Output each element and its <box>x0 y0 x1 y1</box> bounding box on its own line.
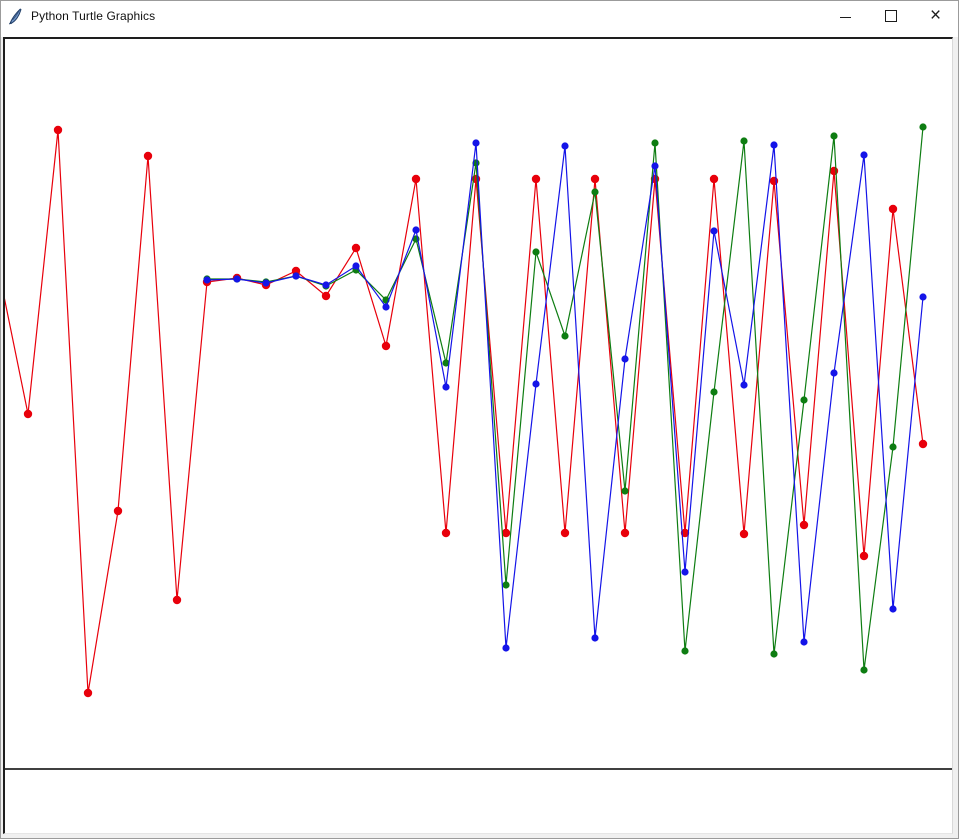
green-series-marker <box>710 388 717 395</box>
blue-series-marker <box>740 381 747 388</box>
window-titlebar: Python Turtle Graphics × <box>1 1 958 37</box>
green-series-marker <box>561 332 568 339</box>
blue-series-marker <box>322 281 329 288</box>
minimize-button[interactable] <box>823 1 868 31</box>
red-series-marker <box>84 689 92 697</box>
blue-series-marker <box>591 634 598 641</box>
green-series-marker <box>860 666 867 673</box>
red-series-marker <box>262 281 270 289</box>
blue-series-marker <box>710 227 717 234</box>
green-series-marker <box>800 396 807 403</box>
red-series-marker <box>472 175 480 183</box>
red-series-marker <box>322 292 330 300</box>
green-series-marker <box>651 139 658 146</box>
red-series-marker <box>442 529 450 537</box>
blue-series-marker <box>203 276 210 283</box>
red-series-marker <box>173 596 181 604</box>
blue-series-marker <box>412 226 419 233</box>
green-series-marker <box>292 272 299 279</box>
green-series-marker <box>382 296 389 303</box>
green-series-marker <box>681 647 688 654</box>
red-series-marker <box>710 175 718 183</box>
red-series-marker <box>800 521 808 529</box>
green-series-marker <box>532 248 539 255</box>
red-series-marker <box>382 342 390 350</box>
blue-series-marker <box>621 355 628 362</box>
blue-series-marker <box>352 262 359 269</box>
blue-series-marker <box>919 293 926 300</box>
red-series-marker <box>352 244 360 252</box>
red-series-marker <box>651 175 659 183</box>
blue-series-marker <box>889 605 896 612</box>
green-series-marker <box>502 581 509 588</box>
red-series-marker <box>919 440 927 448</box>
green-series-marker <box>472 159 479 166</box>
blue-series-marker <box>442 383 449 390</box>
app-window: Python Turtle Graphics × <box>0 0 959 839</box>
green-series-marker <box>919 123 926 130</box>
blue-series-marker <box>561 142 568 149</box>
close-icon: × <box>930 6 941 25</box>
red-series-marker <box>860 552 868 560</box>
green-series-marker <box>591 188 598 195</box>
red-series-marker <box>621 529 629 537</box>
green-series-marker <box>889 443 896 450</box>
blue-series-marker <box>502 644 509 651</box>
green-series-marker <box>740 137 747 144</box>
maximize-icon <box>885 10 897 22</box>
green-series-marker <box>442 359 449 366</box>
green-series-marker <box>203 275 210 282</box>
red-series-marker <box>740 530 748 538</box>
blue-series-marker <box>472 139 479 146</box>
close-button[interactable]: × <box>913 1 958 31</box>
green-series-marker <box>322 282 329 289</box>
blue-series-marker <box>830 369 837 376</box>
red-series-marker <box>561 529 569 537</box>
red-series-marker <box>233 274 241 282</box>
blue-series-marker <box>292 272 299 279</box>
green-series-marker <box>233 275 240 282</box>
green-series-marker <box>352 266 359 273</box>
python-feather-icon-svg <box>8 8 24 25</box>
blue-series-marker <box>800 638 807 645</box>
red-series-marker <box>24 410 32 418</box>
red-series-marker <box>502 529 510 537</box>
window-title: Python Turtle Graphics <box>31 9 155 23</box>
green-series-marker <box>262 278 269 285</box>
titlebar-row: Python Turtle Graphics × <box>1 1 958 31</box>
blue-series-marker <box>262 279 269 286</box>
red-series-marker <box>54 126 62 134</box>
green-series-marker <box>412 235 419 242</box>
red-series-marker <box>681 529 689 537</box>
turtle-canvas <box>3 37 953 834</box>
blue-series-marker <box>681 568 688 575</box>
minimize-icon <box>840 17 851 18</box>
green-series-line <box>207 127 923 670</box>
red-series-marker <box>144 152 152 160</box>
green-series-marker <box>621 487 628 494</box>
python-feather-icon <box>8 8 24 25</box>
red-series-marker <box>532 175 540 183</box>
blue-series-marker <box>382 303 389 310</box>
red-series-marker <box>292 267 300 275</box>
red-series-marker <box>830 167 838 175</box>
blue-series-marker <box>651 162 658 169</box>
red-series-marker <box>889 205 897 213</box>
red-series-marker <box>412 175 420 183</box>
blue-series-marker <box>532 380 539 387</box>
blue-series-marker <box>770 141 777 148</box>
chart-svg <box>3 37 953 834</box>
red-series-marker <box>591 175 599 183</box>
green-series-marker <box>830 132 837 139</box>
red-series-marker <box>114 507 122 515</box>
blue-series-line <box>207 143 923 648</box>
red-series-marker <box>203 278 211 286</box>
green-series-marker <box>770 650 777 657</box>
red-series-marker <box>770 177 778 185</box>
maximize-button[interactable] <box>868 1 913 31</box>
blue-series-marker <box>860 151 867 158</box>
red-series-line <box>3 130 923 693</box>
blue-series-marker <box>233 275 240 282</box>
window-controls: × <box>823 1 958 31</box>
